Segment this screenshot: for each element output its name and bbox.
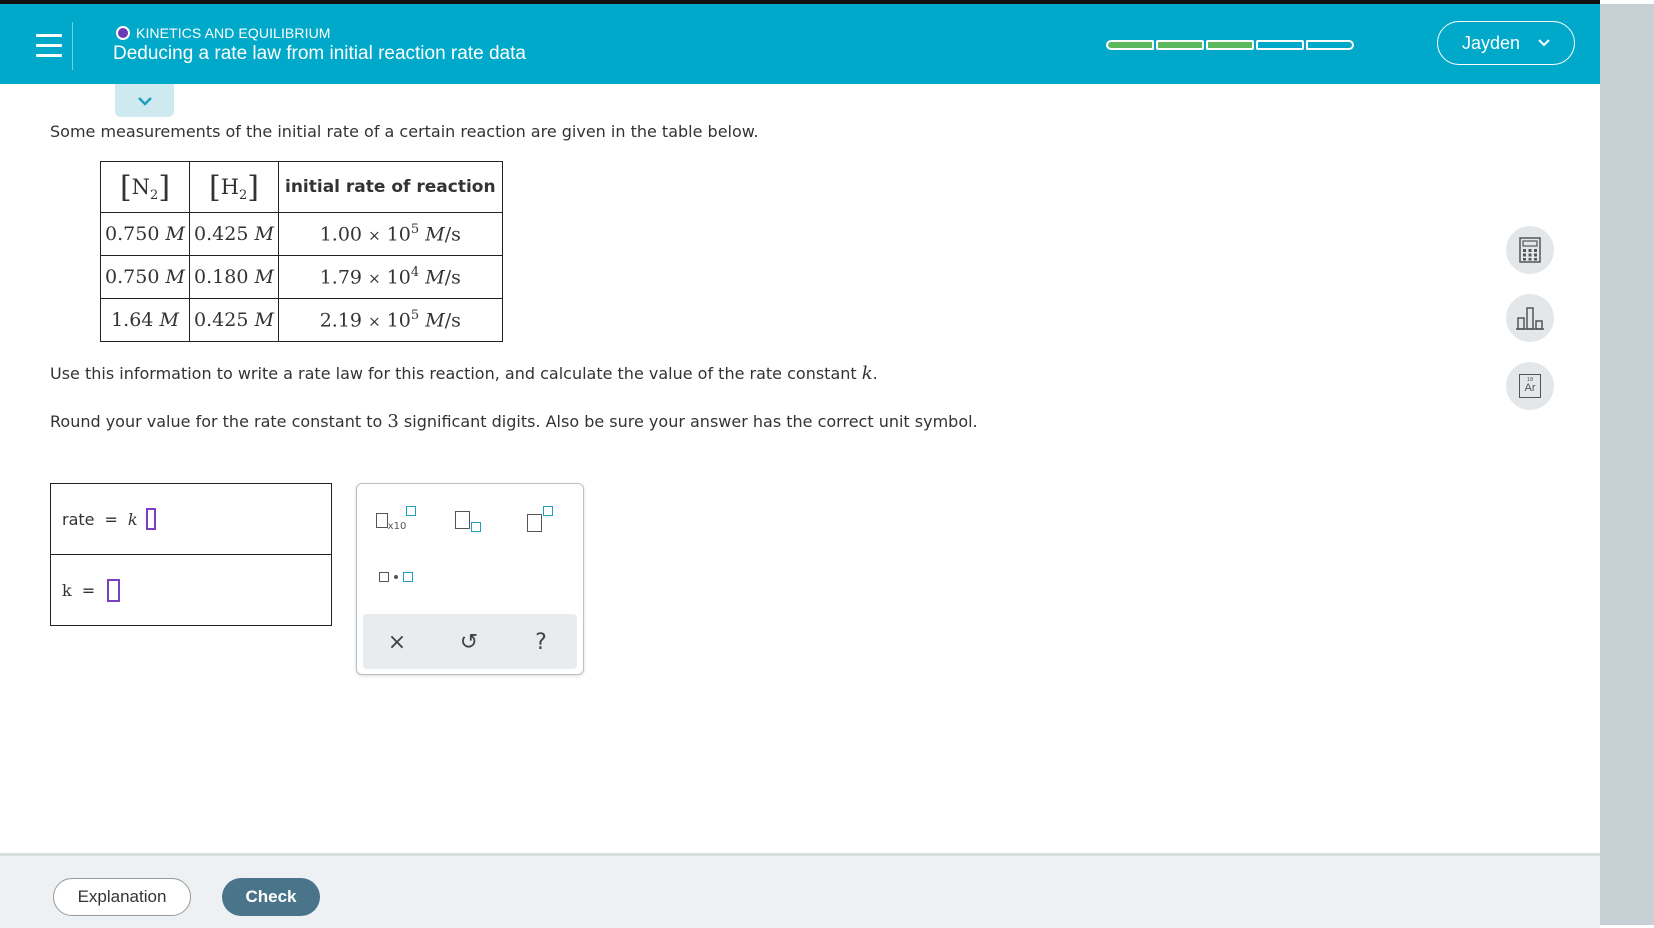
k-value-row: k = — [51, 554, 331, 625]
rate-cell: 1.79 × 104 M/s — [278, 255, 503, 299]
undo-button[interactable]: ↺ — [449, 624, 489, 660]
n2-cell: 0.750 M — [100, 255, 190, 299]
scientific-notation-key[interactable]: x10 — [373, 502, 419, 538]
k-symbol: k — [127, 509, 138, 529]
rate-cell: 1.00 × 105 M/s — [278, 212, 503, 256]
rate-data-table: [N2] [H2] initial rate of reaction 0.750… — [100, 161, 503, 342]
n2-column-header: [N2] — [100, 161, 190, 213]
k-label: k — [62, 580, 72, 600]
user-menu-button[interactable]: Jayden — [1437, 21, 1575, 65]
superscript-key[interactable] — [517, 502, 563, 538]
progress-segment — [1106, 40, 1154, 50]
n2-cell: 0.750 M — [100, 212, 190, 256]
topic-label: KINETICS AND EQUILIBRIUM — [116, 25, 331, 41]
collapse-toggle-button[interactable] — [115, 84, 174, 117]
explanation-button[interactable]: Explanation — [53, 878, 191, 916]
math-keypad: x10 × ↺ ? — [356, 483, 584, 675]
rate-law-input[interactable] — [145, 508, 156, 530]
h2-cell: 0.180 M — [189, 255, 279, 299]
right-side-panel — [1600, 4, 1654, 925]
progress-segment — [1306, 40, 1354, 50]
problem-rounding: Round your value for the rate constant t… — [50, 411, 978, 432]
right-box-icon — [403, 572, 413, 582]
multiply-dot-key[interactable] — [373, 562, 419, 592]
subscript-box-icon — [471, 522, 481, 532]
table-row: 0.750 M 0.425 M 1.00 × 105 M/s — [100, 212, 503, 256]
base-box-icon — [527, 514, 542, 532]
table-row: 1.64 M 0.425 M 2.19 × 105 M/s — [100, 298, 503, 342]
bar-chart-icon — [1516, 307, 1544, 330]
calculator-button[interactable] — [1506, 226, 1554, 274]
progress-segment — [1156, 40, 1204, 50]
periodic-table-icon: 18 Ar — [1519, 374, 1541, 398]
element-symbol: Ar — [1524, 382, 1536, 394]
h2-cell: 0.425 M — [189, 298, 279, 342]
subscript-key[interactable] — [445, 502, 491, 538]
equals-sign: = — [104, 509, 118, 529]
rate-law-row: rate = k — [51, 484, 331, 554]
left-box-icon — [379, 572, 389, 582]
keypad-footer: × ↺ ? — [363, 614, 577, 669]
x10-label: x10 — [387, 521, 407, 532]
progress-segment — [1256, 40, 1304, 50]
chevron-down-icon — [137, 96, 152, 106]
chevron-down-icon — [1538, 36, 1550, 50]
help-button[interactable]: ? — [521, 624, 561, 660]
h2-cell: 0.425 M — [189, 212, 279, 256]
problem-instruction: Use this information to write a rate law… — [50, 363, 878, 384]
header-bar: KINETICS AND EQUILIBRIUM Deducing a rate… — [0, 4, 1600, 84]
topic-text: KINETICS AND EQUILIBRIUM — [136, 25, 331, 41]
clear-button[interactable]: × — [377, 624, 417, 660]
progress-segment — [1206, 40, 1254, 50]
topic-dot-icon — [116, 26, 130, 40]
progress-bar — [1106, 40, 1354, 50]
rate-column-header: initial rate of reaction — [278, 161, 503, 213]
h2-column-header: [H2] — [189, 161, 279, 213]
exponent-box-icon — [406, 506, 417, 516]
table-row: 0.750 M 0.180 M 1.79 × 104 M/s — [100, 255, 503, 299]
calculator-icon — [1519, 237, 1541, 263]
superscript-box-icon — [543, 506, 553, 516]
periodic-table-button[interactable]: 18 Ar — [1506, 362, 1554, 410]
user-name: Jayden — [1461, 32, 1521, 53]
k-value-input[interactable] — [107, 578, 121, 602]
dot-icon — [394, 575, 398, 579]
table-header-row: [N2] [H2] initial rate of reaction — [100, 161, 503, 213]
placeholder-box-icon — [375, 512, 388, 528]
problem-intro: Some measurements of the initial rate of… — [50, 122, 759, 141]
equals-sign: = — [81, 580, 96, 600]
data-analysis-button[interactable] — [1506, 294, 1554, 342]
rate-label: rate — [62, 509, 95, 529]
lesson-title: Deducing a rate law from initial reactio… — [113, 43, 526, 64]
n2-cell: 1.64 M — [100, 298, 190, 342]
base-box-icon — [455, 511, 470, 529]
menu-icon[interactable] — [24, 22, 73, 70]
answer-panel: rate = k k = — [50, 483, 332, 626]
check-button[interactable]: Check — [222, 878, 320, 916]
rate-cell: 2.19 × 105 M/s — [278, 298, 503, 342]
bottom-action-bar: Explanation Check — [0, 853, 1600, 928]
